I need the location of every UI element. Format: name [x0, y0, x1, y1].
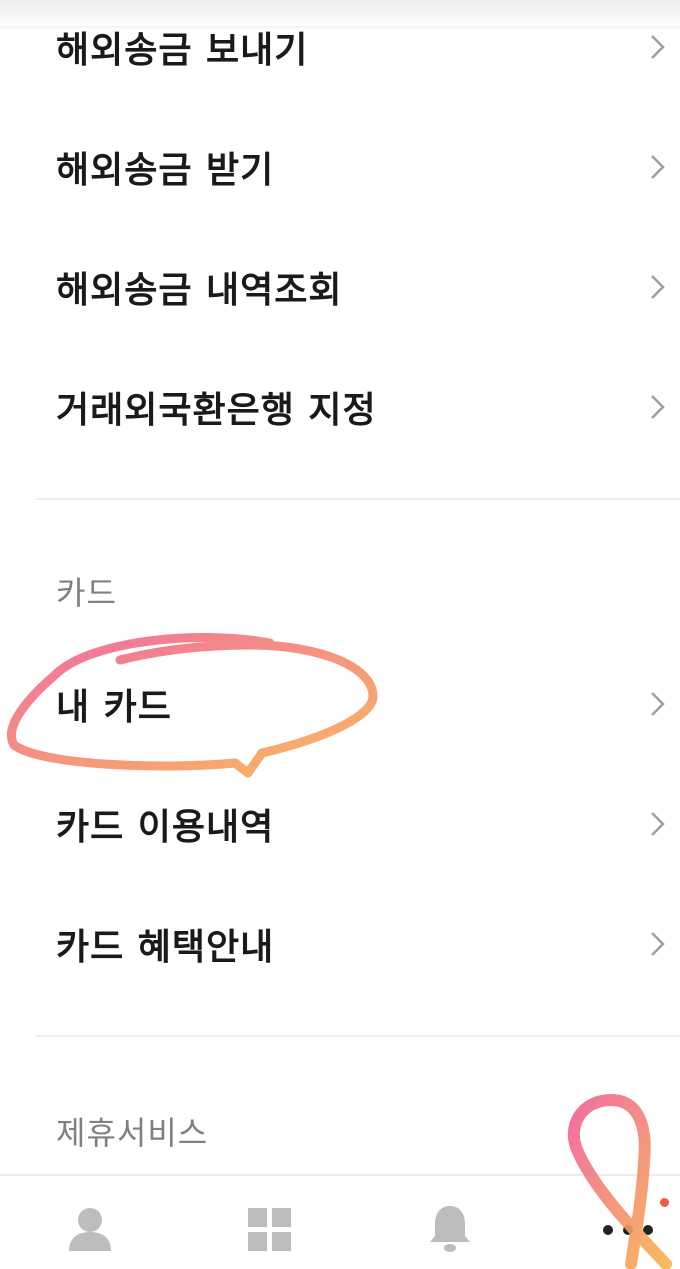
menu-item-receive-remittance[interactable]: 해외송금 받기 [0, 117, 680, 217]
menu-item-card-benefits[interactable]: 카드 혜택안내 [0, 894, 680, 994]
bell-icon [430, 1206, 470, 1252]
chevron-right-icon [651, 692, 665, 716]
menu-item-label: 내 카드 [56, 687, 172, 728]
tab-more[interactable] [598, 1198, 669, 1258]
menu-item-card-usage[interactable]: 카드 이용내역 [0, 774, 680, 874]
menu-item-label: 카드 이용내역 [56, 807, 275, 848]
person-icon [69, 1208, 111, 1251]
chevron-right-icon [651, 155, 665, 179]
menu-item-remittance-history[interactable]: 해외송금 내역조회 [0, 237, 680, 337]
chevron-right-icon [651, 395, 665, 419]
section-title-card: 카드 [56, 574, 117, 612]
menu-item-label: 해외송금 보내기 [56, 30, 309, 71]
tab-profile[interactable] [60, 1198, 120, 1258]
more-icon [603, 1225, 653, 1235]
menu-item-designate-fx-bank[interactable]: 거래외국환은행 지정 [0, 357, 680, 457]
menu-item-my-card[interactable]: 내 카드 [0, 654, 680, 754]
chevron-right-icon [651, 932, 665, 956]
chevron-right-icon [651, 275, 665, 299]
chevron-right-icon [651, 812, 665, 836]
section-divider [36, 1035, 680, 1037]
menu-item-label: 카드 혜택안내 [56, 927, 275, 968]
menu-screen: 해외송금 보내기 해외송금 받기 해외송금 내역조회 거래외국환은행 지정 카드… [0, 0, 680, 1269]
bottom-tab-bar [0, 1174, 680, 1269]
menu-item-label: 거래외국환은행 지정 [56, 390, 377, 431]
tab-menu-grid[interactable] [240, 1198, 300, 1258]
section-divider [36, 498, 680, 500]
menu-item-label: 해외송금 받기 [56, 150, 275, 191]
grid-icon [248, 1208, 291, 1251]
notification-badge [660, 1198, 669, 1207]
section-title-partner-services: 제휴서비스 [56, 1114, 209, 1152]
menu-item-label: 해외송금 내역조회 [56, 270, 343, 311]
chevron-right-icon [651, 35, 665, 59]
menu-item-send-remittance[interactable]: 해외송금 보내기 [0, 0, 680, 97]
tab-notifications[interactable] [420, 1198, 480, 1258]
